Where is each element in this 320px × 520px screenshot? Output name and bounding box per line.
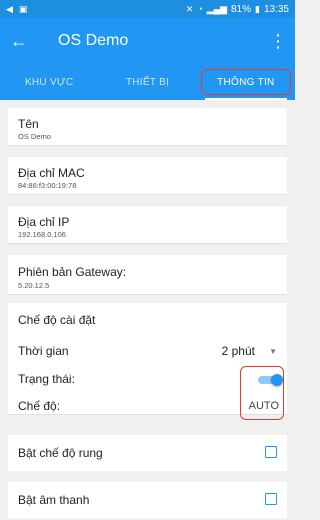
option-label: Bật âm thanh <box>18 493 90 507</box>
time-select[interactable]: 2 phút <box>222 344 255 358</box>
info-title: Tên <box>18 117 39 131</box>
status-label: Trạng thái: <box>18 372 75 386</box>
status-toggle-switch[interactable] <box>258 374 284 386</box>
battery-icon: ▮ <box>255 3 260 14</box>
sound-checkbox[interactable] <box>265 493 277 505</box>
status-bar-left: ◀ ▣ <box>6 4 27 15</box>
info-title: Địa chỉ MAC <box>18 166 85 180</box>
tab-bar: KHU VỰC THIẾT BỊ THÔNG TIN <box>0 64 295 100</box>
back-arrow-icon[interactable]: ← <box>10 31 38 52</box>
status-time: 13:35 <box>263 3 289 15</box>
overflow-menu-icon[interactable]: ⋮ <box>269 31 287 52</box>
option-vibration-row[interactable]: Bật chế độ rung <box>8 435 287 471</box>
tab-label: KHU VỰC <box>24 76 74 88</box>
switch-thumb <box>271 374 283 386</box>
dropdown-arrow-icon[interactable]: ▼ <box>269 347 277 356</box>
option-sound-row[interactable]: Bật âm thanh <box>8 482 287 518</box>
info-card-name: Tên OS Demo <box>8 108 287 146</box>
mode-label: Chế độ: <box>18 399 61 413</box>
tab-thong-tin[interactable]: THÔNG TIN <box>197 64 295 100</box>
info-card-gateway: Phiên bản Gateway: 5.20.12.5 <box>8 255 287 295</box>
status-bar: ◀ ▣ ✕ ◔ ▂▄▆ 81% ▮ 13:35 <box>0 0 295 18</box>
tab-label: THIẾT BỊ <box>125 76 170 88</box>
signal-icon: ▂▄▆ <box>206 3 227 14</box>
option-label: Bật chế độ rung <box>18 446 103 460</box>
status-bar-right: ✕ ◔ ▂▄▆ 81% ▮ 13:35 <box>186 4 289 15</box>
info-card-ip: Địa chỉ IP 192.168.0.106 <box>8 206 287 244</box>
info-title: Phiên bản Gateway: <box>18 265 127 279</box>
image-notification-icon: ▣ <box>18 3 28 14</box>
info-value: OS Demo <box>18 132 51 141</box>
tab-khu-vuc[interactable]: KHU VỰC <box>0 64 98 100</box>
app-bar: ← OS Demo ⋮ <box>0 18 295 64</box>
wifi-icon: ◔ <box>197 4 203 14</box>
time-label: Thời gian <box>18 344 69 358</box>
info-title: Địa chỉ IP <box>18 215 70 229</box>
tab-thiet-bi[interactable]: THIẾT BỊ <box>98 64 196 100</box>
info-value: 192.168.0.106 <box>18 230 66 239</box>
settings-section-title: Chế độ cài đặt <box>18 313 96 327</box>
app-title: OS Demo <box>58 32 129 49</box>
mute-icon: ✕ <box>185 3 194 14</box>
vibration-checkbox[interactable] <box>265 446 277 458</box>
battery-percent: 81% <box>231 3 252 15</box>
navigation-arrow-icon: ◀ <box>6 3 13 14</box>
info-value: 5.20.12.5 <box>18 281 50 290</box>
info-value: 84:86:f3:00:19:78 <box>18 181 77 190</box>
tab-highlight-box <box>200 69 291 95</box>
info-card-mac: Địa chỉ MAC 84:86:f3:00:19:78 <box>8 157 287 195</box>
